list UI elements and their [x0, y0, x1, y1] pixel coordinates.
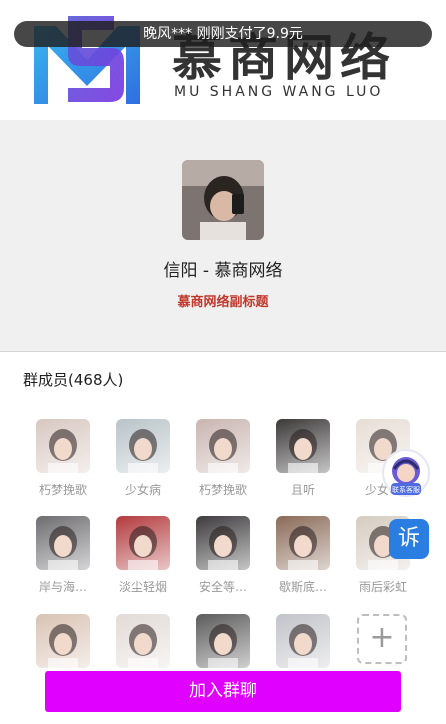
member-item[interactable]: 安全等…	[187, 516, 259, 595]
member-name: 岸与海…	[38, 580, 87, 594]
member-item[interactable]: 少女病	[107, 419, 179, 498]
member-avatar	[196, 614, 250, 668]
member-avatar	[36, 614, 90, 668]
member-avatar	[276, 419, 330, 473]
member-avatar	[196, 516, 250, 570]
customer-service-label: 联系客服	[392, 486, 420, 494]
member-item[interactable]: 歇斯底…	[267, 516, 339, 595]
member-name: 歇斯底…	[278, 580, 327, 594]
member-avatar	[196, 419, 250, 473]
member-avatar	[116, 614, 170, 668]
member-avatar	[116, 516, 170, 570]
join-group-button[interactable]: 加入群聊	[45, 671, 401, 712]
member-name: 少女病	[124, 483, 161, 497]
member-name: 朽梦挽歌	[38, 483, 87, 497]
member-item[interactable]	[27, 614, 99, 668]
member-name: 雨后彩虹	[358, 580, 407, 594]
member-name: 且听	[290, 483, 315, 497]
member-item[interactable]: 朽梦挽歌	[187, 419, 259, 498]
member-avatar	[36, 419, 90, 473]
complaint-button[interactable]: 诉	[389, 519, 429, 559]
member-item[interactable]: 淡尘轻烟	[107, 516, 179, 595]
member-item[interactable]: 岸与海…	[27, 516, 99, 595]
group-subtitle: 慕商网络副标题	[177, 295, 269, 310]
member-avatar	[276, 614, 330, 668]
group-avatar-image	[182, 160, 264, 240]
member-item[interactable]: 且听	[267, 419, 339, 498]
member-avatar	[36, 516, 90, 570]
logo-subtitle: MU SHANG WANG LUO	[174, 84, 384, 100]
member-avatar	[116, 419, 170, 473]
customer-service-button[interactable]: 联系客服	[380, 449, 432, 501]
payment-toast: 晚风*** 刚刚支付了9.9元	[14, 21, 432, 47]
group-profile: 信阳 - 慕商网络 慕商网络副标题	[0, 120, 446, 352]
member-item[interactable]	[187, 614, 259, 668]
member-name: 淡尘轻烟	[118, 580, 167, 594]
member-item[interactable]	[267, 614, 339, 668]
member-name: 朽梦挽歌	[198, 483, 247, 497]
member-item[interactable]: 朽梦挽歌	[27, 419, 99, 498]
add-member-button[interactable]: +	[357, 614, 407, 664]
group-name: 信阳 - 慕商网络	[163, 261, 283, 281]
group-avatar	[182, 160, 264, 240]
header-logo-area: 慕商网络 MU SHANG WANG LUO	[0, 0, 446, 120]
member-item[interactable]	[107, 614, 179, 668]
member-avatar	[276, 516, 330, 570]
member-name: 安全等…	[198, 580, 247, 594]
members-title: 群成员(468人)	[23, 371, 124, 389]
